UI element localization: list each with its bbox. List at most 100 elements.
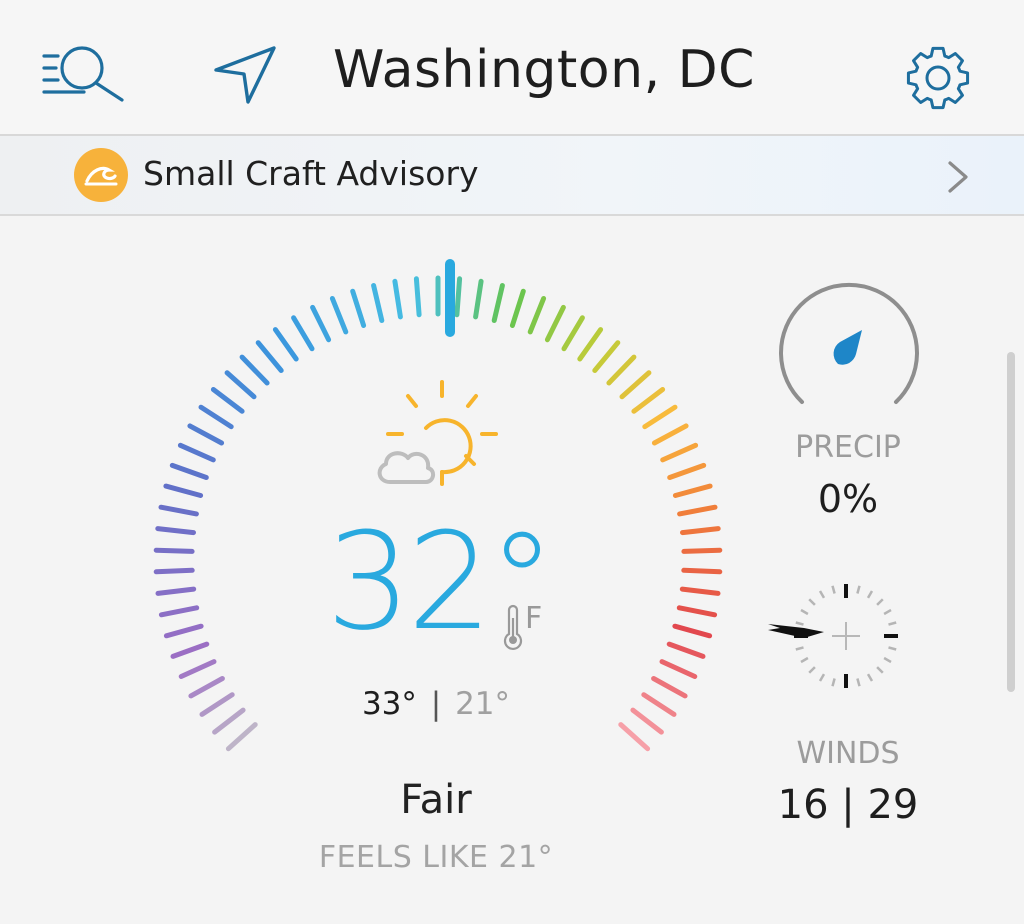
high-low-separator: | [430,686,442,722]
gauge-tick [561,315,585,352]
wind-dial-tick [818,673,826,682]
gauge-tick [310,304,332,343]
gauge-tick [641,692,677,717]
low-temp: 21° [455,686,511,722]
wind-direction-arrow [768,624,824,638]
wind-dial-tick [818,590,826,599]
gauge-tick [239,354,270,386]
condition-text: Fair [400,777,472,823]
gauge-tick [619,370,652,400]
gauge-tick [660,442,699,463]
gauge-tick [631,387,666,414]
gauge-tick [676,605,718,618]
gauge-tick [198,404,234,430]
gauge-tick [677,504,718,517]
wind-dial-tick [800,608,809,616]
gauge-tick [224,370,257,400]
gauge-tick [225,722,258,752]
wind-dial-tick [866,673,874,682]
scrollbar[interactable] [1007,352,1015,692]
gauge-tick [255,340,284,373]
gauge-tick [371,283,385,323]
precip-dial[interactable] [774,280,924,410]
wave-icon [74,148,128,202]
gauge-tick [681,567,723,575]
gauge-tick [592,340,621,373]
raindrop-icon [833,330,862,365]
gauge-tick [212,707,246,735]
gauge-tick [642,404,678,430]
gauge-tick [169,462,209,480]
feels-like: FEELS LIKE 21° [318,840,554,875]
gauge-tick [577,327,604,362]
gauge-tick [413,276,422,318]
thermometer-icon [503,604,523,651]
gauge-tick [681,547,723,554]
gauge-tick [651,676,688,699]
gauge-tick [153,547,195,554]
gauge-tick [527,296,547,335]
gauge-tick [177,442,216,463]
gauge-tick [153,567,195,575]
gauge-tick [329,296,349,335]
unit-label: F [525,601,543,636]
chevron-right-icon[interactable] [944,158,972,196]
gauge-tick [163,623,204,639]
gauge-tick [350,288,367,328]
gauge-tick [155,526,196,536]
wind-dial-tick [856,678,861,687]
gauge-tick [210,387,245,414]
gauge-tick [199,692,235,717]
gauge-tick [392,278,403,320]
gauge-tick [679,586,721,596]
gauge-tick [158,504,199,517]
gauge-tick [618,722,651,752]
gauge-tick [158,605,200,618]
winds-label: WINDS [796,736,900,771]
gauge-tick [291,315,315,352]
gauge-tick [509,288,526,328]
wind-dial-tick [888,621,897,626]
wind-dial-tick [883,608,892,616]
gauge-tick [544,304,566,343]
gauge-tick [667,462,707,480]
advisory-label: Small Craft Advisory [143,154,479,193]
precip-label: PRECIP [795,430,901,465]
gauge-tick [473,278,484,320]
high-low: 33° | 21° [336,682,536,726]
gauge-tick [178,659,217,679]
wind-dial-tick [856,585,861,594]
wind-dial-tick [876,598,884,606]
temperature-unit[interactable]: F [503,601,553,652]
gauge-tick [155,586,197,596]
precip-value: 0% [817,477,879,521]
gauge-tick [491,283,505,323]
sun-with-cloud-icon [377,380,498,486]
wind-dial-tick [888,646,897,651]
gauge-tick [163,483,204,498]
gauge-tick [672,483,713,498]
gauge-tick [454,276,463,318]
gauge-tick [651,423,689,446]
page-title: Washington, DC [333,40,755,100]
winds-value: 16 | 29 [777,782,919,828]
gauge-tick [680,526,721,536]
gauge-tick [606,354,637,386]
wind-dial-tick [808,598,816,606]
wind-dial-tick [795,621,804,626]
wind-dial-tick [808,666,816,674]
wind-dial-tick [831,678,836,687]
gauge-tick [170,641,210,659]
wind-dial-tick [795,646,804,651]
wind-dial-tick [866,590,874,599]
compass-icon[interactable] [766,578,916,694]
gauge-tick [666,641,706,659]
wind-dial-tick [831,585,836,594]
gear-icon[interactable] [900,40,976,116]
gauge-tick [188,676,225,699]
high-temp: 33° [361,686,417,722]
gauge-tick [659,659,698,679]
wind-dial-tick [883,656,892,664]
gauge-tick [672,623,713,639]
gauge-tick [630,707,664,735]
